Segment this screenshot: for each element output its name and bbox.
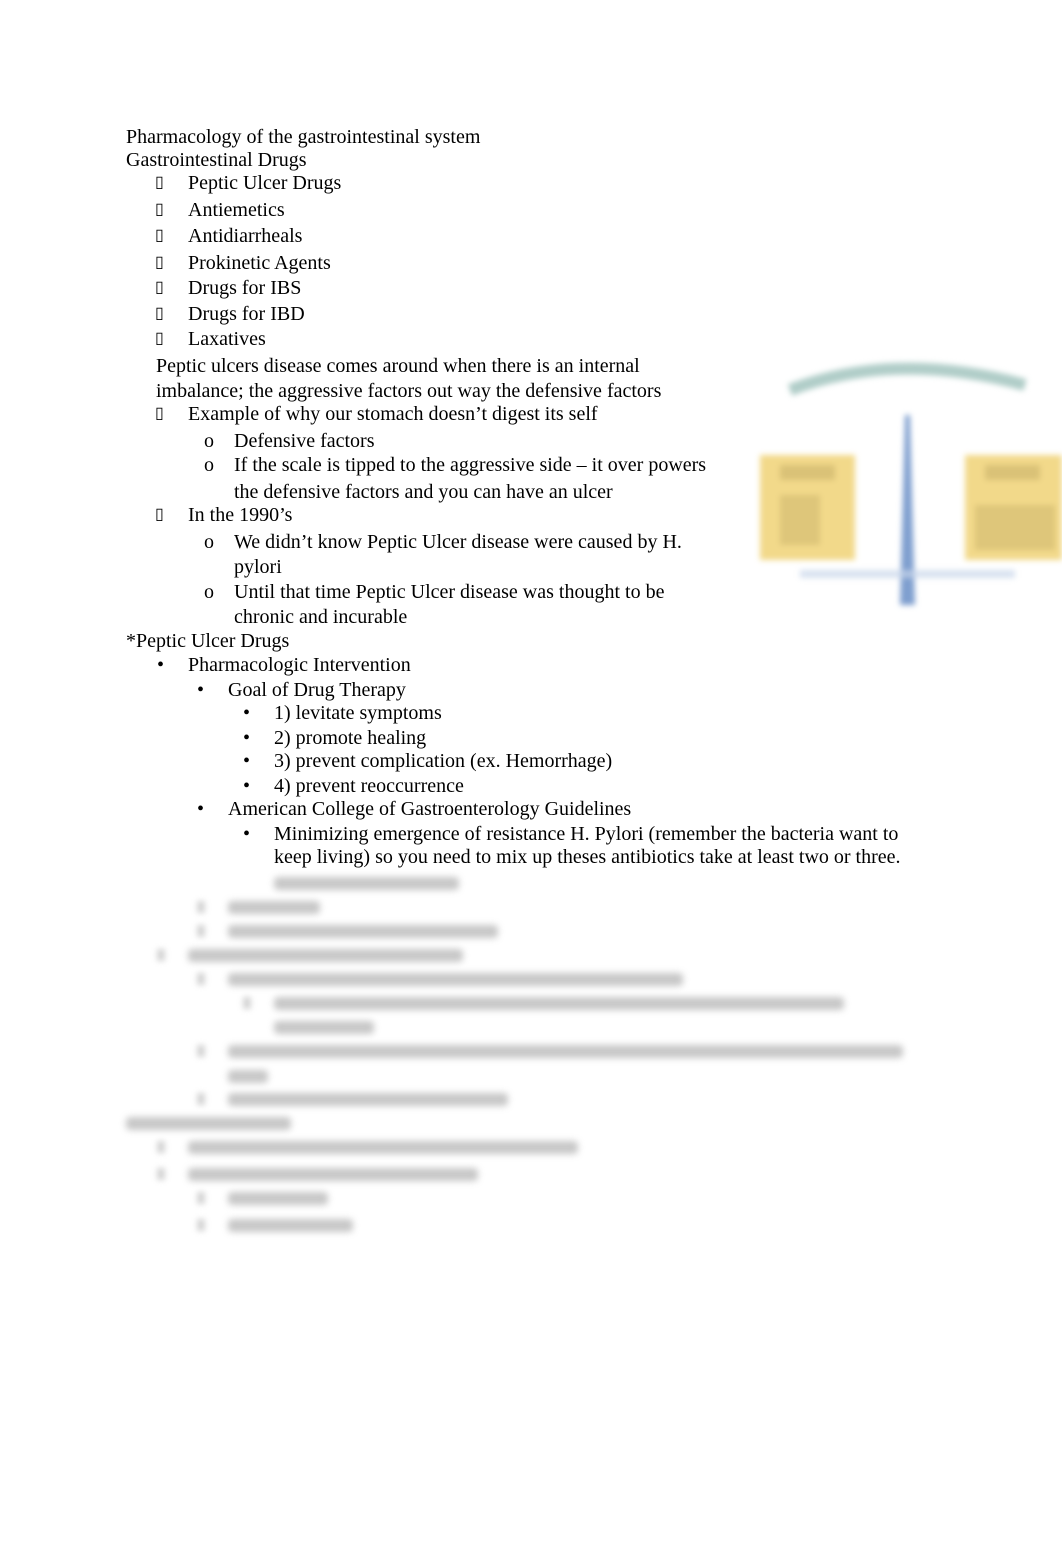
bullet: • <box>157 654 165 676</box>
goal-item: 1) levitate symptoms <box>274 702 442 724</box>
bullet: • <box>243 775 251 797</box>
goal-item: 3) prevent complication (ex. Hemorrhage) <box>274 750 613 772</box>
list-item: Peptic Ulcer Drugs <box>188 172 342 194</box>
list-item: Antidiarrheals <box>188 225 303 247</box>
goal-item: 2) promote healing <box>274 727 427 749</box>
sub-item: We didn’t know Peptic Ulcer disease were… <box>234 531 682 553</box>
sub-item: chronic and incurable <box>234 606 408 628</box>
list-item: In the 1990’s <box>188 504 293 526</box>
bullet-marker: ▯ <box>155 405 164 422</box>
bullet: • <box>243 702 251 724</box>
bullet-marker: ▯ <box>155 227 164 244</box>
bullet-marker: ▯ <box>155 279 164 296</box>
list-item: Laxatives <box>188 328 266 350</box>
section-heading: Gastrointestinal Drugs <box>126 149 307 171</box>
sub-marker: o <box>204 581 214 603</box>
list-item: Example of why our stomach doesn’t diges… <box>188 403 598 425</box>
sub-item: pylori <box>234 556 282 578</box>
list-item: American College of Gastroenterology Gui… <box>228 798 632 820</box>
bullet-marker: ▯ <box>155 174 164 191</box>
list-item: Antiemetics <box>188 199 285 221</box>
sub-item: Defensive factors <box>234 430 375 452</box>
guideline-text: Minimizing emergence of resistance H. Py… <box>274 823 899 845</box>
paragraph-line: imbalance; the aggressive factors out wa… <box>156 380 662 402</box>
bullet-marker: ▯ <box>155 254 164 271</box>
document-title: Pharmacology of the gastrointestinal sys… <box>126 126 481 148</box>
list-item: Drugs for IBS <box>188 277 302 299</box>
bullet: • <box>197 679 205 701</box>
bullet: • <box>243 750 251 772</box>
guideline-text: keep living) so you need to mix up these… <box>274 846 901 868</box>
list-item: Drugs for IBD <box>188 303 305 325</box>
sub-marker: o <box>204 454 214 476</box>
list-item: Pharmacologic Intervention <box>188 654 411 676</box>
list-item: Goal of Drug Therapy <box>228 679 406 701</box>
sub-item: the defensive factors and you can have a… <box>234 481 613 503</box>
bullet: • <box>197 798 205 820</box>
bullet-marker: ▯ <box>155 506 164 523</box>
balance-scale-figure <box>760 362 1062 605</box>
bullet-marker: ▯ <box>155 305 164 322</box>
bullet: • <box>243 727 251 749</box>
bullet-marker: ▯ <box>155 330 164 347</box>
list-item: Prokinetic Agents <box>188 252 331 274</box>
sub-item: Until that time Peptic Ulcer disease was… <box>234 581 665 603</box>
sub-item: If the scale is tipped to the aggressive… <box>234 454 707 476</box>
sub-marker: o <box>204 531 214 553</box>
section-heading: *Peptic Ulcer Drugs <box>126 630 290 652</box>
bullet-marker: ▯ <box>155 201 164 218</box>
paragraph-line: Peptic ulcers disease comes around when … <box>156 355 640 377</box>
goal-item: 4) prevent reoccurrence <box>274 775 464 797</box>
scale-arc <box>787 362 1027 396</box>
bullet: • <box>243 823 251 845</box>
sub-marker: o <box>204 430 214 452</box>
